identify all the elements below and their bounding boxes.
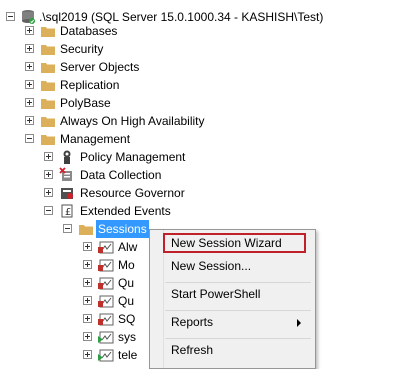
submenu-arrow-icon	[297, 319, 301, 327]
annotation-highlight-box	[163, 233, 306, 253]
session-item-label[interactable]: Qu	[116, 274, 136, 292]
session-icon	[98, 277, 114, 290]
replication-label[interactable]: Replication	[58, 76, 121, 94]
folder-icon	[41, 99, 55, 109]
security-label[interactable]: Security	[58, 40, 105, 58]
folder-icon	[41, 63, 55, 73]
expand-toggle[interactable]	[25, 44, 34, 53]
expand-toggle[interactable]	[44, 188, 53, 197]
expand-toggle[interactable]	[44, 170, 53, 179]
svg-text:£: £	[65, 207, 71, 218]
expand-toggle[interactable]	[83, 350, 92, 359]
polybase-label[interactable]: PolyBase	[58, 94, 113, 112]
sessions-label[interactable]: Sessions	[96, 220, 149, 238]
expand-toggle[interactable]	[83, 332, 92, 341]
session-item-label[interactable]: sys	[116, 328, 138, 346]
folder-icon	[41, 81, 55, 91]
expand-toggle[interactable]	[25, 98, 34, 107]
session-item-label[interactable]: SQ	[116, 310, 137, 328]
policy-icon	[63, 150, 71, 164]
policy-management-label[interactable]: Policy Management	[78, 148, 187, 166]
folder-icon	[41, 117, 55, 127]
resource-governor-icon	[61, 188, 73, 199]
menu-item-reports[interactable]: Reports	[150, 311, 315, 333]
session-running-icon	[98, 331, 114, 344]
collapse-toggle[interactable]	[25, 134, 34, 143]
session-item-label[interactable]: tele	[116, 346, 139, 364]
session-icon	[98, 313, 114, 326]
expand-toggle[interactable]	[44, 152, 53, 161]
session-item-label[interactable]: Qu	[116, 292, 136, 310]
folder-icon	[41, 45, 55, 55]
session-running-icon	[98, 349, 114, 362]
session-item-label[interactable]: Alw	[116, 238, 139, 256]
collapse-toggle[interactable]	[6, 12, 15, 21]
expand-toggle[interactable]	[83, 296, 92, 305]
context-menu: New Session Wizard New Session... Start …	[149, 229, 316, 369]
menu-item-label: Start PowerShell	[171, 287, 261, 301]
collapse-toggle[interactable]	[44, 206, 53, 215]
menu-item-label: Reports	[171, 315, 214, 329]
folder-icon	[79, 225, 93, 235]
folder-icon	[41, 135, 55, 145]
expand-toggle[interactable]	[25, 80, 34, 89]
resource-governor-label[interactable]: Resource Governor	[78, 184, 187, 202]
menu-item-new-session[interactable]: New Session...	[150, 255, 315, 277]
menu-item-start-powershell[interactable]: Start PowerShell	[150, 283, 315, 305]
session-icon	[98, 259, 114, 272]
extended-events-label[interactable]: Extended Events	[78, 202, 173, 220]
data-collection-icon	[59, 167, 72, 181]
expand-toggle[interactable]	[83, 278, 92, 287]
session-icon	[98, 241, 114, 254]
menu-item-refresh[interactable]: Refresh	[150, 339, 315, 361]
session-icon	[98, 295, 114, 308]
menu-item-label: Refresh	[171, 343, 214, 357]
expand-toggle[interactable]	[83, 314, 92, 323]
expand-toggle[interactable]	[83, 260, 92, 269]
menu-item-label: New Session...	[171, 259, 252, 273]
expand-toggle[interactable]	[25, 116, 34, 125]
expand-toggle[interactable]	[25, 26, 34, 35]
data-collection-label[interactable]: Data Collection	[78, 166, 163, 184]
always-on-label[interactable]: Always On High Availability	[58, 112, 207, 130]
expand-toggle[interactable]	[83, 242, 92, 251]
extended-events-icon: £	[61, 204, 73, 218]
management-label[interactable]: Management	[58, 130, 132, 148]
session-item-label[interactable]: Mo	[116, 256, 137, 274]
server-objects-label[interactable]: Server Objects	[58, 58, 141, 76]
collapse-toggle[interactable]	[63, 224, 72, 233]
folder-icon	[41, 27, 55, 37]
expand-toggle[interactable]	[25, 62, 34, 71]
server-icon	[22, 10, 35, 24]
databases-label[interactable]: Databases	[58, 22, 119, 40]
